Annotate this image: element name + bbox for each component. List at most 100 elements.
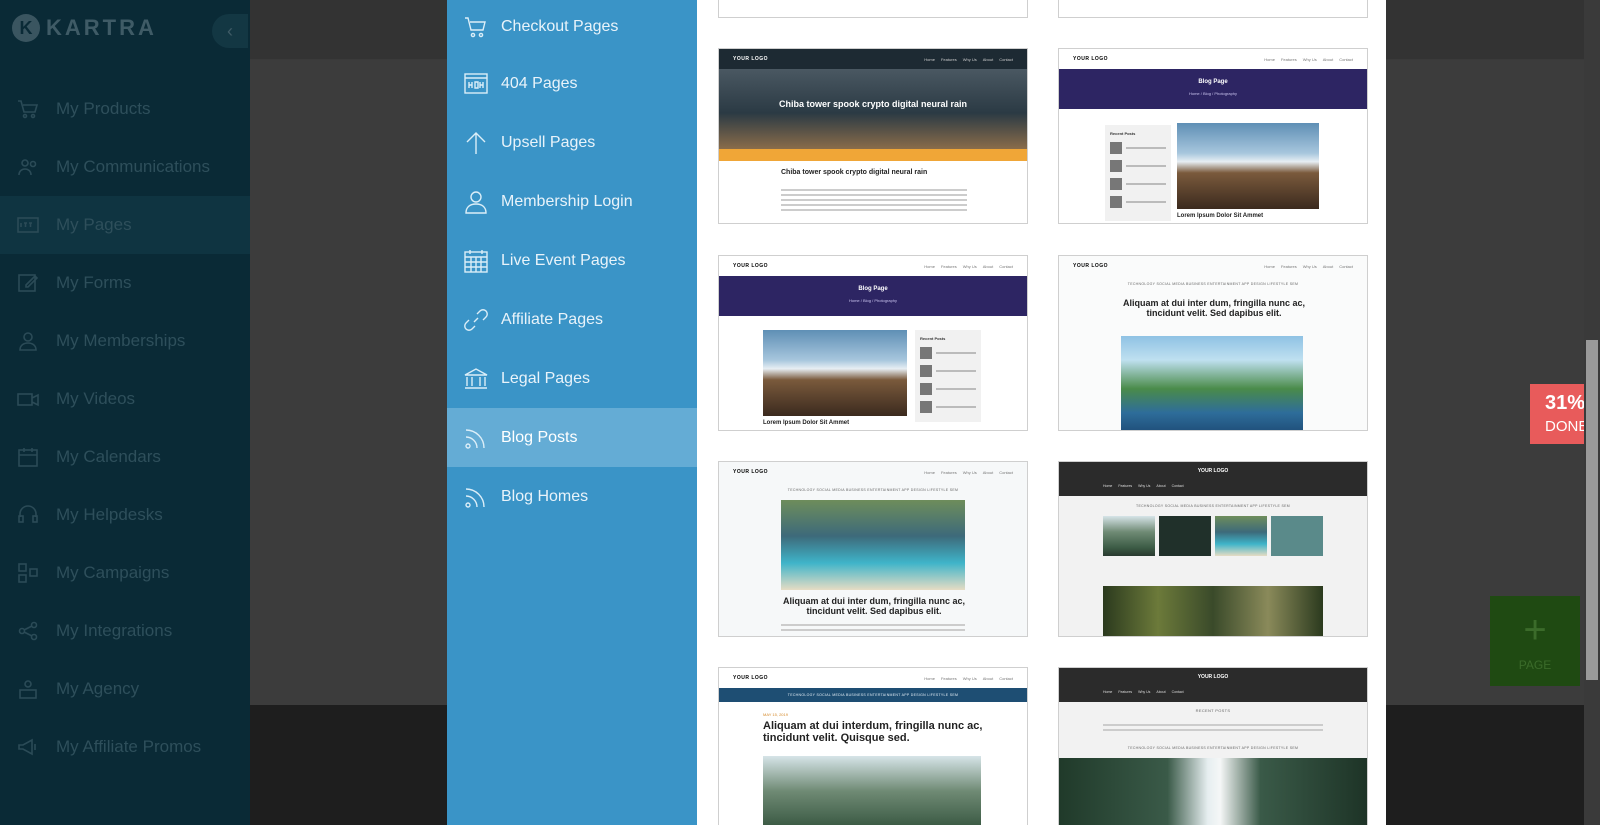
template-category-bar: TECHNOLOGY SOCIAL MEDIA BUSINESS ENTERTA… bbox=[1127, 746, 1299, 750]
nav-item-label: My Videos bbox=[56, 389, 136, 408]
brand-name: KARTRA bbox=[46, 15, 157, 40]
error-page-icon bbox=[463, 71, 489, 97]
nav-item-my-agency[interactable]: My Agency bbox=[0, 660, 250, 718]
template-card-partial-1[interactable] bbox=[718, 0, 1028, 18]
edit-icon bbox=[16, 271, 40, 295]
template-caption: Lorem Ipsum Dolor Sit Ammet bbox=[763, 420, 850, 426]
template-breadcrumb: Home / Blog / Photography bbox=[1188, 91, 1238, 96]
template-logo: YOUR LOGO bbox=[1197, 468, 1229, 474]
template-card-dark-grid[interactable]: YOUR LOGO Home Features Why Us About Contact… bbox=[1058, 461, 1368, 637]
template-grid-image-1 bbox=[1103, 516, 1155, 556]
category-blog-posts[interactable]: Blog Posts bbox=[447, 408, 697, 467]
app-sidebar: K KARTRA ‹ My Products My Communications… bbox=[0, 0, 250, 825]
template-sidebar-title: Recent Posts bbox=[920, 336, 946, 341]
share-icon bbox=[16, 619, 40, 643]
template-nav: YOUR LOGO Home Features Why Us About Contact bbox=[719, 256, 1027, 276]
template-featured-image bbox=[1059, 758, 1367, 825]
category-404-pages[interactable]: 404 Pages bbox=[447, 54, 697, 113]
calendar-icon bbox=[16, 445, 40, 469]
progress-percent: 31% bbox=[1545, 392, 1586, 414]
template-nav-links: Home Features Why Us About Contact bbox=[1103, 690, 1184, 694]
nav-item-my-forms[interactable]: My Forms bbox=[0, 254, 250, 312]
nav-item-label: My Affiliate Promos bbox=[56, 737, 202, 756]
template-sidebar: Recent Posts bbox=[1105, 125, 1171, 221]
template-nav-links: Home Features Why Us About Contact bbox=[924, 469, 1013, 475]
nav-item-my-communications[interactable]: My Communications bbox=[0, 138, 250, 196]
template-grid-image-4 bbox=[1271, 516, 1323, 556]
nav-item-my-calendars[interactable]: My Calendars bbox=[0, 428, 250, 486]
arrow-up-icon bbox=[463, 130, 489, 156]
template-card-blue-strip[interactable]: YOUR LOGO Home Features Why Us About Contact… bbox=[718, 667, 1028, 825]
nav-item-my-campaigns[interactable]: My Campaigns bbox=[0, 544, 250, 602]
add-page-label: PAGE bbox=[1518, 658, 1552, 672]
nav-item-my-pages[interactable]: My Pages bbox=[0, 196, 250, 254]
template-text-lines bbox=[781, 189, 967, 214]
template-nav-links: Home Features Why Us About Contact bbox=[924, 263, 1013, 269]
template-banner-title: Blog Page bbox=[1198, 79, 1228, 85]
template-card-blog-page-sidebar-right[interactable]: YOUR LOGO Home Features Why Us About Contact… bbox=[718, 255, 1028, 431]
template-dark-header: YOUR LOGO Home Features Why Us About Contact bbox=[1059, 462, 1367, 496]
template-logo: YOUR LOGO bbox=[1073, 56, 1109, 62]
nav-item-my-helpdesks[interactable]: My Helpdesks bbox=[0, 486, 250, 544]
nav-item-my-affiliate-promos[interactable]: My Affiliate Promos bbox=[0, 718, 250, 776]
template-category-bar: TECHNOLOGY SOCIAL MEDIA BUSINESS ENTERTA… bbox=[787, 488, 959, 492]
category-upsell-pages[interactable]: Upsell Pages bbox=[447, 113, 697, 172]
sidebar-collapse-button[interactable]: ‹ bbox=[212, 14, 248, 48]
plus-icon: + bbox=[1523, 608, 1547, 652]
category-live-event-pages[interactable]: Live Event Pages bbox=[447, 231, 697, 290]
scrollbar-thumb[interactable] bbox=[1586, 340, 1598, 680]
rss-icon bbox=[463, 484, 489, 510]
nav-item-label: My Helpdesks bbox=[56, 505, 163, 524]
template-post-title: Aliquam at dui inter dum, fringilla nunc… bbox=[1122, 298, 1306, 318]
category-checkout-pages[interactable]: Checkout Pages bbox=[447, 0, 697, 54]
nav-item-my-videos[interactable]: My Videos bbox=[0, 370, 250, 428]
template-banner: Blog Page Home / Blog / Photography bbox=[719, 276, 1027, 316]
category-label: Live Event Pages bbox=[501, 251, 626, 269]
nav-item-my-memberships[interactable]: My Memberships bbox=[0, 312, 250, 370]
people-icon bbox=[16, 155, 40, 179]
template-card-blog-page-sidebar-left[interactable]: YOUR LOGO Home Features Why Us About Contact… bbox=[1058, 48, 1368, 224]
template-sidebar-title: Recent Posts bbox=[1110, 131, 1136, 136]
template-post-title: Aliquam at dui inter dum, fringilla nunc… bbox=[782, 596, 966, 616]
add-page-button[interactable]: + PAGE bbox=[1490, 596, 1580, 686]
template-featured-image bbox=[763, 330, 907, 416]
template-card-partial-2[interactable] bbox=[1058, 0, 1368, 18]
cart-icon bbox=[463, 14, 489, 40]
template-logo: YOUR LOGO bbox=[733, 469, 769, 475]
template-card-dark-waterfall[interactable]: YOUR LOGO Home Features Why Us About Contact… bbox=[1058, 667, 1368, 825]
cart-icon bbox=[16, 97, 40, 121]
template-category-bar: TECHNOLOGY SOCIAL MEDIA BUSINESS ENTERTA… bbox=[1127, 282, 1299, 286]
template-nav: YOUR LOGO Home Features Why Us About Contact bbox=[719, 462, 1027, 482]
user-icon bbox=[463, 189, 489, 215]
template-caption: Lorem Ipsum Dolor Sit Ammet bbox=[1177, 213, 1264, 219]
template-card-chiba-tower[interactable]: YOUR LOGO Home Features Why Us About Contact… bbox=[718, 48, 1028, 224]
template-recent-posts-label: RECENT POSTS bbox=[1195, 708, 1231, 713]
nav-item-label: My Campaigns bbox=[56, 563, 170, 582]
template-banner-title: Blog Page bbox=[858, 286, 888, 292]
template-grid: YOUR LOGO Home Features Why Us About Contact… bbox=[697, 0, 1386, 825]
nav-item-label: My Forms bbox=[56, 273, 132, 292]
category-legal-pages[interactable]: Legal Pages bbox=[447, 349, 697, 408]
nav-item-my-integrations[interactable]: My Integrations bbox=[0, 602, 250, 660]
category-label: Blog Homes bbox=[501, 487, 589, 505]
page-scrollbar[interactable] bbox=[1584, 0, 1600, 825]
category-label: 404 Pages bbox=[501, 74, 578, 92]
category-blog-homes[interactable]: Blog Homes bbox=[447, 467, 697, 526]
headset-icon bbox=[16, 503, 40, 527]
kartra-logo[interactable]: K KARTRA bbox=[12, 14, 157, 42]
nav-item-my-products[interactable]: My Products bbox=[0, 80, 250, 138]
template-dark-header: YOUR LOGO Home Features Why Us About Contact bbox=[1059, 668, 1367, 702]
template-category-list: Checkout Pages 404 Pages Upsell Pages Me… bbox=[447, 0, 697, 825]
template-card-cliff-coast[interactable]: YOUR LOGO Home Features Why Us About Contact… bbox=[1058, 255, 1368, 431]
template-nav-links: Home Features Why Us About Contact bbox=[1264, 263, 1353, 269]
kartra-logo-mark: K bbox=[12, 14, 40, 42]
category-label: Affiliate Pages bbox=[501, 310, 603, 328]
video-icon bbox=[16, 387, 40, 411]
template-card-beach-cove[interactable]: YOUR LOGO Home Features Why Us About Contact… bbox=[718, 461, 1028, 637]
membership-icon bbox=[16, 329, 40, 353]
progress-badge[interactable]: 31% DONE bbox=[1530, 384, 1590, 444]
category-membership-login[interactable]: Membership Login bbox=[447, 172, 697, 231]
category-affiliate-pages[interactable]: Affiliate Pages bbox=[447, 290, 697, 349]
template-logo: YOUR LOGO bbox=[733, 675, 769, 681]
template-nav-links: Home Features Why Us About Contact bbox=[924, 675, 1013, 681]
